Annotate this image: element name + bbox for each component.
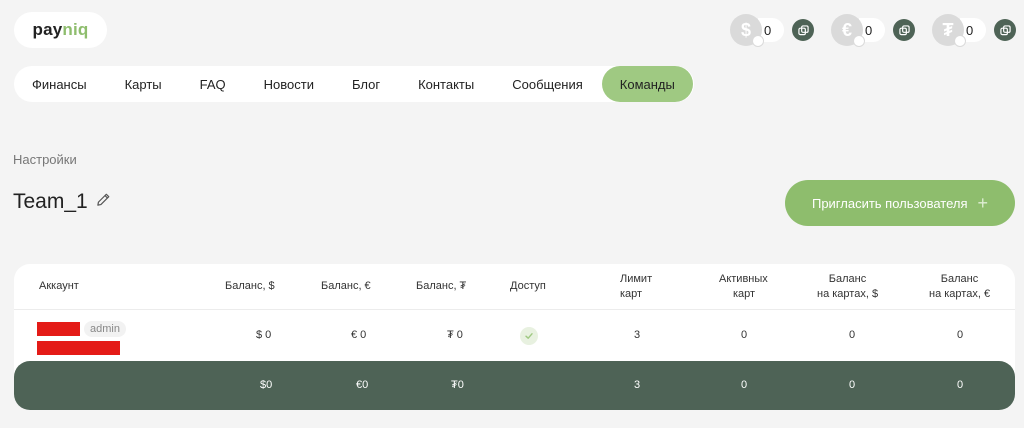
copy-icon[interactable]: [994, 19, 1016, 41]
col-active-cards-line1: Активных: [719, 273, 768, 285]
col-balance-eur: Баланс, €: [321, 280, 371, 292]
table-row[interactable]: admin $ 0 € 0 ₮ 0 3 0 0 0: [14, 310, 1015, 360]
row-cards-balance-usd: 0: [849, 329, 856, 341]
col-cards-balance-usd-line2: на картах, $: [817, 288, 879, 300]
nav-item-news[interactable]: Новости: [245, 66, 333, 102]
role-badge: admin: [84, 321, 126, 337]
payniq-logo[interactable]: pay niq: [14, 12, 107, 48]
balance-usdt: ₮ 0: [932, 14, 1016, 47]
col-cards-balance-eur-line2: на картах, €: [929, 288, 991, 300]
logo-text-niq: niq: [62, 20, 89, 39]
col-active-cards: Активных карт: [719, 272, 768, 302]
row-cards-balance-eur: 0: [957, 329, 964, 341]
euro-coin-icon: €: [831, 14, 865, 47]
nav-item-finance[interactable]: Финансы: [14, 66, 106, 102]
col-active-cards-line2: карт: [733, 288, 756, 300]
access-check-icon[interactable]: [520, 327, 538, 345]
nav-item-teams[interactable]: Команды: [601, 66, 693, 102]
balance-widgets: $ 0 € 0 ₮ 0: [730, 14, 1016, 47]
col-cards-balance-eur-line1: Баланс: [940, 273, 979, 285]
redacted-account-name: [37, 322, 80, 336]
col-cards-balance-usd: Баланс на картах, $: [817, 272, 878, 302]
team-header: Team_1: [13, 190, 111, 214]
breadcrumb[interactable]: Настройки: [13, 152, 77, 167]
col-card-limit-line1: Лимит: [620, 273, 653, 285]
total-balance-usd: $0: [260, 379, 273, 391]
copy-icon[interactable]: [893, 19, 915, 41]
balance-eur: € 0: [831, 14, 915, 47]
row-balance-eur: € 0: [351, 329, 367, 341]
col-account: Аккаунт: [39, 280, 79, 292]
total-active-cards: 0: [741, 379, 748, 391]
row-balance-usd: $ 0: [256, 329, 272, 341]
logo-text-pay: pay: [32, 20, 63, 39]
copy-icon[interactable]: [792, 19, 814, 41]
col-cards-balance-usd-line1: Баланс: [828, 273, 867, 285]
row-balance-usdt: ₮ 0: [447, 329, 463, 341]
table-totals-row: $0 €0 ₮0 3 0 0 0: [14, 361, 1015, 410]
total-cards-balance-usd: 0: [849, 379, 856, 391]
balance-usd: $ 0: [730, 14, 814, 47]
invite-user-label: Пригласить пользователя: [811, 195, 968, 211]
nav-item-messages[interactable]: Сообщения: [493, 66, 602, 102]
team-title: Team_1: [13, 190, 88, 213]
redacted-account-email: [37, 341, 120, 355]
nav-item-contacts[interactable]: Контакты: [399, 66, 493, 102]
row-card-limit: 3: [634, 329, 641, 341]
total-card-limit: 3: [634, 379, 641, 391]
total-balance-usdt: ₮0: [451, 379, 464, 391]
table-header: Аккаунт Баланс, $ Баланс, € Баланс, ₮ До…: [14, 264, 1015, 310]
col-access: Доступ: [510, 280, 546, 292]
col-balance-usd: Баланс, $: [225, 280, 275, 292]
tether-coin-icon: ₮: [932, 14, 966, 47]
plus-icon: +: [977, 192, 989, 213]
col-card-limit-line2: карт: [620, 288, 643, 300]
main-nav: Финансы Карты FAQ Новости Блог Контакты …: [14, 66, 694, 102]
col-card-limit: Лимит карт: [620, 272, 652, 302]
nav-item-faq[interactable]: FAQ: [181, 66, 245, 102]
total-balance-eur: €0: [356, 379, 369, 391]
nav-item-blog[interactable]: Блог: [333, 66, 399, 102]
team-members-table: Аккаунт Баланс, $ Баланс, € Баланс, ₮ До…: [14, 264, 1015, 410]
row-active-cards: 0: [741, 329, 748, 341]
dollar-coin-icon: $: [730, 14, 764, 47]
col-balance-usdt: Баланс, ₮: [416, 280, 467, 292]
edit-pencil-icon[interactable]: [96, 192, 111, 212]
nav-item-cards[interactable]: Карты: [106, 66, 181, 102]
invite-user-button[interactable]: Пригласить пользователя +: [785, 180, 1015, 226]
total-cards-balance-eur: 0: [957, 379, 964, 391]
col-cards-balance-eur: Баланс на картах, €: [929, 272, 990, 302]
